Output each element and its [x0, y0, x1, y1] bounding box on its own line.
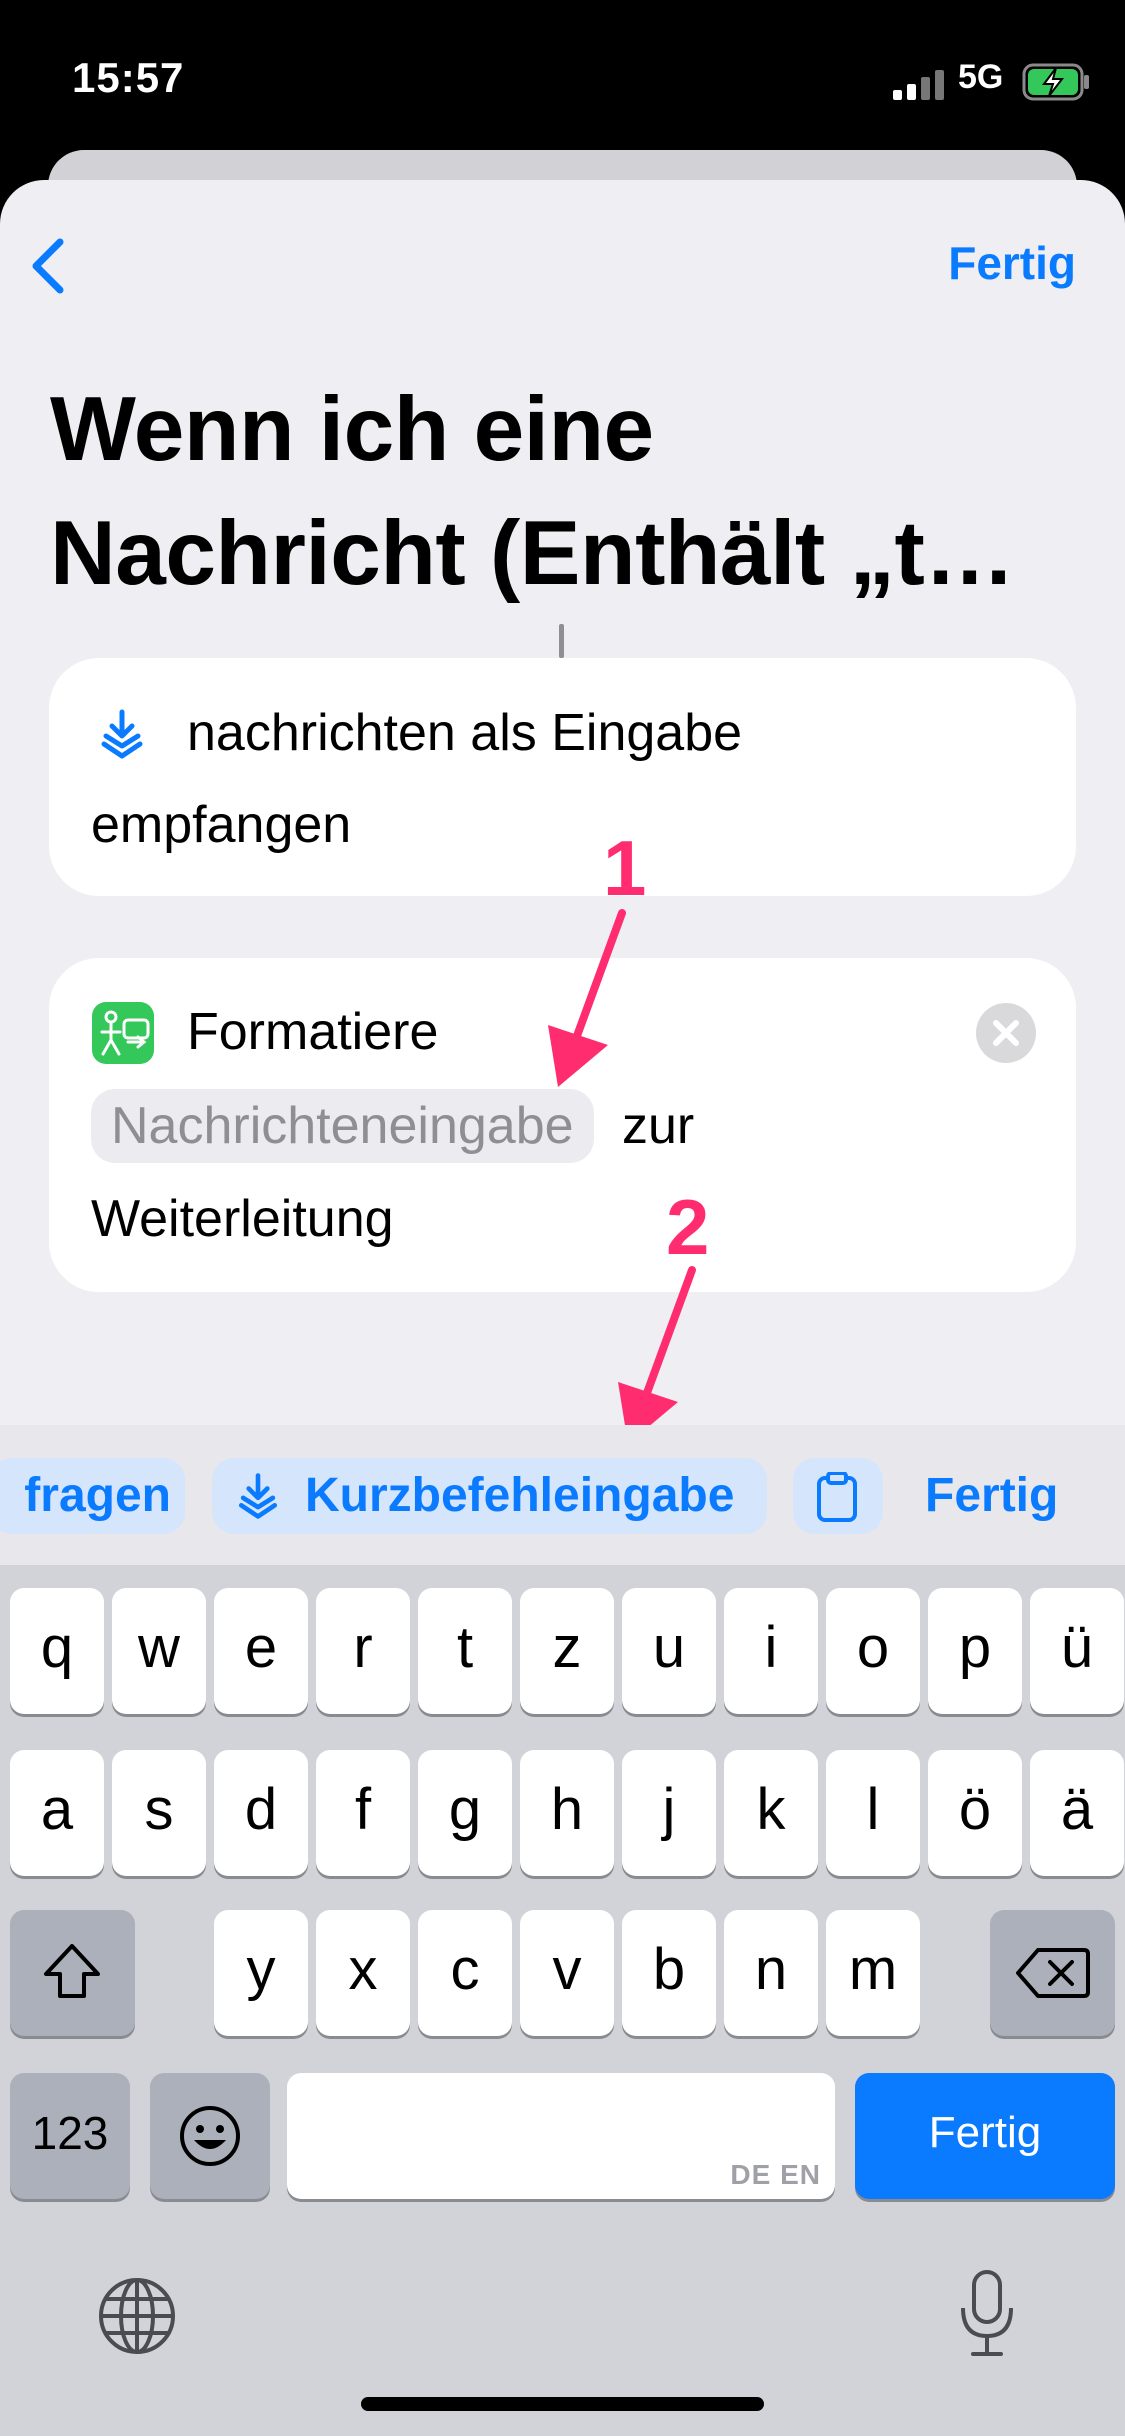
key-g[interactable]: g	[418, 1750, 512, 1876]
key-s[interactable]: s	[112, 1750, 206, 1876]
done-button[interactable]: Fertig	[948, 236, 1076, 290]
shortcut-input-icon	[101, 709, 143, 759]
card1-text-line1: nachrichten als Eingabe	[187, 704, 743, 762]
key-n[interactable]: n	[724, 1910, 818, 2036]
suggestion-chip-label: fragen	[24, 1469, 171, 1522]
key-q[interactable]: q	[10, 1588, 104, 1714]
title-line-1: Wenn ich eine	[50, 379, 654, 480]
backspace-key[interactable]	[990, 1910, 1115, 2036]
key-z[interactable]: z	[520, 1588, 614, 1714]
title-line-2: Nachricht (Enthält „t…	[50, 503, 1015, 604]
annotation-number-2: 2	[666, 1183, 710, 1271]
key-f[interactable]: f	[316, 1750, 410, 1876]
key-e[interactable]: e	[214, 1588, 308, 1714]
card2-suffix: zur	[622, 1097, 695, 1155]
network-type: 5G	[958, 58, 1004, 96]
battery-charging-icon	[1022, 63, 1089, 101]
suggestion-chip-label: Kurzbefehleingabe	[305, 1469, 735, 1522]
key-r[interactable]: r	[316, 1588, 410, 1714]
status-time: 15:57	[72, 54, 185, 101]
key-i[interactable]: i	[724, 1588, 818, 1714]
key-u[interactable]: u	[622, 1588, 716, 1714]
key-d[interactable]: d	[214, 1750, 308, 1876]
remove-action-button[interactable]	[976, 1003, 1036, 1063]
annotation-arrow-2	[618, 1266, 696, 1444]
key-m[interactable]: m	[826, 1910, 920, 2036]
shortcut-input-icon	[238, 1473, 278, 1519]
close-icon	[993, 1020, 1019, 1046]
card1-text-line2: empfangen	[91, 796, 352, 854]
key-c[interactable]: c	[418, 1910, 512, 2036]
key-w[interactable]: w	[112, 1588, 206, 1714]
shift-icon	[44, 1944, 100, 1998]
key-ü[interactable]: ü	[1030, 1588, 1124, 1714]
action-connector	[559, 624, 564, 658]
key-x[interactable]: x	[316, 1910, 410, 2036]
suggestion-chip-ask[interactable]: fragen	[0, 1458, 185, 1534]
home-indicator	[361, 2397, 764, 2411]
key-y[interactable]: y	[214, 1910, 308, 2036]
key-t[interactable]: t	[418, 1588, 512, 1714]
card2-text-line3: Weiterleitung	[91, 1190, 394, 1248]
card2-line2: Nachrichteneingabe zur	[91, 1089, 694, 1163]
numbers-key[interactable]: 123	[10, 2073, 130, 2199]
space-key[interactable]: DE EN	[287, 2073, 835, 2199]
automation-title: Wenn ich eine Nachricht (Enthält „t…	[50, 368, 1080, 616]
key-b[interactable]: b	[622, 1910, 716, 2036]
suggestion-done-button[interactable]: Fertig	[925, 1458, 1058, 1534]
annotation-arrow-1	[548, 909, 626, 1087]
key-p[interactable]: p	[928, 1588, 1022, 1714]
back-chevron-icon[interactable]	[28, 236, 68, 296]
key-ö[interactable]: ö	[928, 1750, 1022, 1876]
key-l[interactable]: l	[826, 1750, 920, 1876]
status-bar: 15:57 5G	[0, 0, 1125, 150]
emoji-key[interactable]	[150, 2073, 270, 2199]
microphone-icon[interactable]	[955, 2268, 1019, 2360]
clipboard-icon	[817, 1472, 857, 1522]
shift-key[interactable]	[10, 1910, 135, 2036]
key-a[interactable]: a	[10, 1750, 104, 1876]
cellular-signal-icon	[893, 70, 944, 100]
key-k[interactable]: k	[724, 1750, 818, 1876]
suggestion-chip-shortcut-input[interactable]: Kurzbefehleingabe	[212, 1458, 767, 1534]
message-input-variable-token[interactable]: Nachrichteneingabe	[91, 1089, 594, 1163]
key-h[interactable]: h	[520, 1750, 614, 1876]
key-ä[interactable]: ä	[1030, 1750, 1124, 1876]
globe-icon[interactable]	[96, 2275, 178, 2357]
key-v[interactable]: v	[520, 1910, 614, 2036]
backspace-icon	[1016, 1948, 1090, 1998]
return-key[interactable]: Fertig	[855, 2073, 1115, 2199]
keyboard-languages: DE EN	[730, 2159, 821, 2190]
suggestion-chip-clipboard[interactable]	[793, 1458, 883, 1534]
annotation-number-1: 1	[603, 824, 647, 912]
key-j[interactable]: j	[622, 1750, 716, 1876]
emoji-icon	[180, 2106, 240, 2166]
card2-verb: Formatiere	[187, 1003, 439, 1061]
sms-forwarding-app-icon	[92, 1002, 154, 1064]
key-o[interactable]: o	[826, 1588, 920, 1714]
